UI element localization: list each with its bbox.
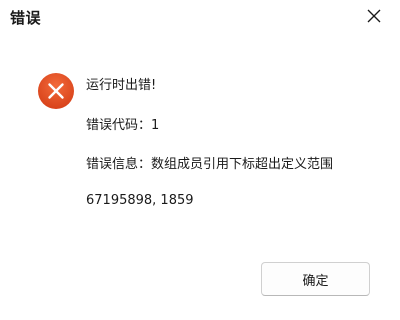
close-icon bbox=[367, 9, 381, 23]
ok-button[interactable]: 确定 bbox=[261, 262, 370, 296]
error-code-text: 错误代码：1 bbox=[86, 118, 160, 133]
dialog-title: 错误 bbox=[10, 9, 42, 27]
error-icon bbox=[38, 73, 74, 109]
error-dialog: 错误 运行时出错! 错误代码：1 错误信息：数组成员引用下标超出定义范围 671… bbox=[0, 0, 400, 320]
close-button[interactable] bbox=[360, 0, 388, 32]
error-info-text: 错误信息：数组成员引用下标超出定义范围 bbox=[86, 157, 334, 172]
error-message-heading: 运行时出错! bbox=[86, 78, 157, 93]
error-location-text: 67195898, 1859 bbox=[86, 193, 194, 208]
